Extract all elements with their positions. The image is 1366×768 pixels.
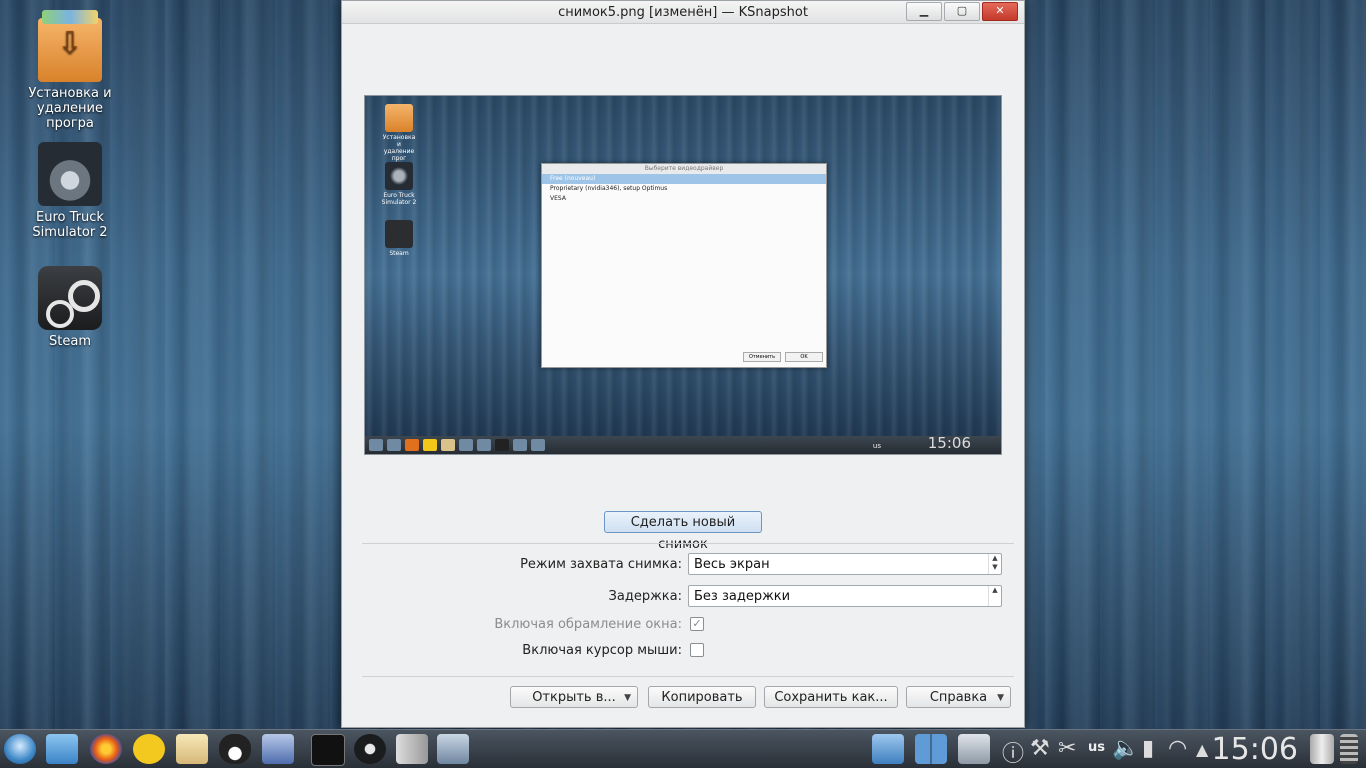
launcher-icon [369, 439, 383, 451]
penguin-icon [459, 439, 473, 451]
title-bar[interactable]: снимок5.png [изменён] — KSnapshot ▁ ▢ ✕ [342, 1, 1024, 24]
camera-icon[interactable] [872, 734, 904, 764]
tools-icon[interactable]: ⚒ [1030, 736, 1050, 761]
cursor-label: Включая курсор мыши: [522, 643, 682, 658]
preview-lang: us [872, 442, 881, 450]
chat-icon[interactable] [133, 734, 165, 764]
virtual-desktops-icon[interactable] [915, 734, 947, 764]
open-with-label: Открыть в... [532, 690, 616, 705]
trash-icon[interactable] [1310, 734, 1334, 764]
delay-value: Без задержки [694, 589, 791, 604]
volume-icon[interactable]: 🔈 [1112, 736, 1139, 761]
updown-icon[interactable]: ▲ [988, 586, 1001, 606]
preview-icon-label: Euro Truck Simulator 2 [381, 192, 417, 206]
package-icon: ⇩ [38, 10, 102, 82]
preview-ok-button: OK [785, 352, 823, 362]
preview-icon-label: Установка и удаление прог [382, 134, 416, 162]
panel-settings-icon[interactable] [1340, 734, 1358, 764]
help-label: Справка [929, 690, 988, 705]
minimize-button[interactable]: ▁ [906, 2, 942, 21]
terminal-icon [495, 439, 509, 451]
open-with-button[interactable]: Открыть в... ▼ [510, 686, 638, 708]
file-manager-icon[interactable] [46, 734, 78, 764]
decorations-checkbox[interactable]: ✓ [690, 617, 704, 631]
wifi-icon[interactable]: ◠ [1168, 736, 1187, 761]
terminal-icon[interactable] [311, 734, 345, 766]
scissors-icon[interactable]: ✂ [1058, 736, 1076, 761]
steam-icon [385, 220, 413, 248]
firefox-icon[interactable] [90, 734, 122, 764]
desktop-icon-install[interactable]: ⇩ Установка и удаление програ [15, 10, 125, 131]
ksnapshot-window: снимок5.png [изменён] — KSnapshot ▁ ▢ ✕ … [341, 0, 1025, 728]
divider [362, 543, 1014, 544]
steam-icon[interactable] [354, 734, 386, 764]
capture-mode-select[interactable]: Весь экран ▲ ▼ [688, 553, 1002, 575]
preview-icon-euro-truck: Euro Truck Simulator 2 [381, 162, 417, 206]
steam-icon [38, 266, 102, 330]
save-as-button[interactable]: Сохранить как... [764, 686, 898, 708]
chevron-up-icon[interactable]: ▲ [1196, 740, 1208, 759]
clock[interactable]: 15:06 [1212, 732, 1298, 767]
new-snapshot-button[interactable]: Сделать новый снимок [604, 511, 762, 552]
preview-driver-dialog: Выберите видеодрайвер Free (nouveau) Pro… [541, 163, 827, 368]
sega-icon [477, 439, 491, 451]
desktop-icon-label: Steam [49, 334, 91, 349]
files-icon [387, 439, 401, 451]
list-item: VESA [550, 195, 566, 202]
penguin-icon[interactable] [219, 734, 251, 764]
capture-mode-value: Весь экран [694, 557, 770, 572]
archive-icon[interactable] [396, 734, 428, 764]
preview-icon-steam: Steam [381, 220, 417, 257]
preview-cancel-button: Отменить [743, 352, 781, 362]
launcher-icon[interactable] [4, 734, 36, 764]
mail-icon [441, 439, 455, 451]
battery-icon[interactable]: ▮ [1142, 736, 1154, 761]
close-button[interactable]: ✕ [982, 2, 1018, 21]
desktop-icon-label: Установка и удаление програ [28, 86, 112, 131]
dropdown-arrow-icon: ▼ [997, 693, 1004, 703]
delay-label: Задержка: [608, 589, 682, 604]
display-icon[interactable] [958, 734, 990, 764]
delay-spinbox[interactable]: Без задержки ▲ [688, 585, 1002, 607]
ksnapshot-task-icon[interactable] [437, 734, 469, 764]
chat-icon [423, 439, 437, 451]
maximize-button[interactable]: ▢ [944, 2, 980, 21]
info-icon[interactable]: ⓘ [1002, 736, 1024, 768]
capture-mode-label: Режим захвата снимка: [520, 557, 682, 572]
updown-icon: ▲ ▼ [988, 554, 1001, 574]
snapshot-preview[interactable]: Установка и удаление прог Euro Truck Sim… [364, 95, 1002, 455]
taskbar: ⓘ ⚒ ✂ us 🔈 ▮ ◠ ▲ 15:06 [0, 729, 1366, 768]
steam-icon [513, 439, 527, 451]
preview-icon-install: Установка и удаление прог [381, 104, 417, 162]
desktop-icon-steam[interactable]: Steam [15, 266, 125, 349]
sega-icon[interactable] [262, 734, 294, 764]
decorations-label: Включая обрамление окна: [494, 617, 682, 632]
cursor-checkbox[interactable] [690, 643, 704, 657]
desktop-icon-euro-truck[interactable]: Euro Truck Simulator 2 [15, 142, 125, 240]
dropdown-arrow-icon: ▼ [624, 693, 631, 703]
preview-taskbar: us 15:06 [365, 434, 1001, 454]
preview-clock: 15:06 [927, 434, 971, 452]
mail-icon[interactable] [176, 734, 208, 764]
copy-button[interactable]: Копировать [648, 686, 756, 708]
list-item: Proprietary (nvidia346), setup Optimus [550, 185, 668, 192]
truck-icon [38, 142, 102, 206]
desktop-icon-label: Euro Truck Simulator 2 [32, 210, 108, 240]
preview-dialog-title: Выберите видеодрайвер [542, 164, 826, 174]
preview-icon-label: Steam [389, 250, 409, 257]
firefox-icon [405, 439, 419, 451]
package-icon [385, 104, 413, 132]
archive-icon [531, 439, 545, 451]
keyboard-layout[interactable]: us [1088, 740, 1105, 755]
divider [362, 676, 1014, 677]
truck-icon [385, 162, 413, 190]
list-item: Free (nouveau) [542, 174, 826, 184]
help-button[interactable]: Справка ▼ [906, 686, 1011, 708]
